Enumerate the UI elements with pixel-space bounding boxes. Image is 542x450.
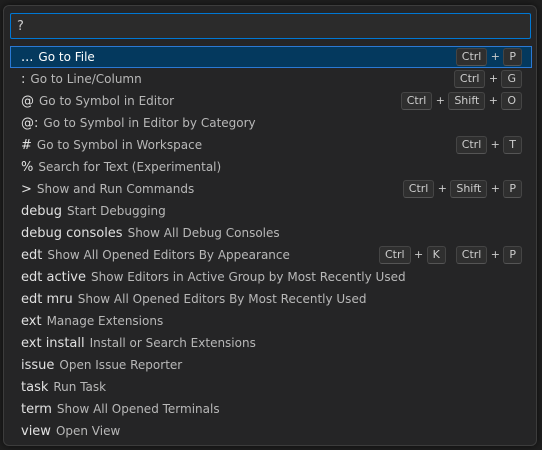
item-label: Run Task: [53, 380, 107, 394]
key-cap: G: [501, 70, 522, 88]
item-prefix: edt active: [21, 270, 86, 285]
item-label: Manage Extensions: [46, 314, 164, 328]
key-plus: +: [490, 182, 500, 195]
item-prefix: #: [21, 138, 32, 153]
key-cap: Ctrl: [453, 70, 486, 88]
item-label: Go to Symbol in Workspace: [36, 138, 203, 152]
key-cap: Ctrl: [455, 136, 488, 154]
item-prefix: @:: [21, 116, 39, 131]
item-label: Open View: [55, 424, 121, 438]
quick-open-item[interactable]: view Open View: [10, 420, 532, 442]
key-cap: P: [503, 180, 522, 198]
key-plus: +: [490, 50, 500, 63]
item-prefix: %: [21, 160, 34, 175]
quick-open-item[interactable]: # Go to Symbol in Workspace Ctrl + T: [10, 134, 532, 156]
item-label: Open Issue Reporter: [59, 358, 183, 372]
quick-open-list: ... Go to File Ctrl + P: Go to Line/Column Ctr…: [10, 46, 532, 442]
item-label: Show All Opened Terminals: [56, 402, 220, 416]
quick-open-item[interactable]: edt Show All Opened Editors By Appearance…: [10, 244, 532, 266]
item-prefix: issue: [21, 358, 55, 373]
item-prefix: term: [21, 402, 52, 417]
item-prefix: task: [21, 380, 49, 395]
key-plus: +: [490, 138, 500, 151]
item-label: Show Editors in Active Group by Most Rec…: [91, 270, 406, 284]
quick-open-item[interactable]: % Search for Text (Experimental): [10, 156, 532, 178]
item-prefix: @: [21, 94, 34, 109]
item-label: Go to Symbol in Editor: [39, 94, 175, 108]
quick-open-item[interactable]: debug consoles Show All Debug Consoles: [10, 222, 532, 244]
quick-open-item[interactable]: issue Open Issue Reporter: [10, 354, 532, 376]
key-cap: Ctrl: [400, 92, 433, 110]
quick-open-item[interactable]: edt active Show Editors in Active Group b…: [10, 266, 532, 288]
item-prefix: :: [21, 72, 26, 87]
item-prefix: debug: [21, 204, 62, 219]
keybinding: Ctrl + T: [455, 134, 522, 156]
keybinding: Ctrl + Shift + P: [402, 178, 522, 200]
item-label: Show All Debug Consoles: [127, 226, 280, 240]
item-prefix: view: [21, 424, 51, 439]
keybinding: Ctrl + G: [453, 68, 522, 90]
key-cap: Ctrl: [455, 246, 488, 264]
key-cap: Ctrl: [402, 180, 435, 198]
key-cap: Ctrl: [455, 48, 488, 66]
key-plus: +: [488, 94, 498, 107]
item-label: Go to Line/Column: [30, 72, 142, 86]
item-prefix: >: [21, 182, 32, 197]
item-prefix: edt: [21, 248, 43, 263]
item-prefix: ...: [21, 50, 34, 65]
quick-open-item[interactable]: @ Go to Symbol in Editor Ctrl + Shift + O: [10, 90, 532, 112]
quick-open-item[interactable]: term Show All Opened Terminals: [10, 398, 532, 420]
quick-open-item[interactable]: ... Go to File Ctrl + P: [10, 46, 532, 68]
quick-open-item[interactable]: edt mru Show All Opened Editors By Most R…: [10, 288, 532, 310]
key-plus: +: [413, 248, 424, 261]
item-label: Go to File: [38, 50, 95, 64]
item-label: Show and Run Commands: [36, 182, 195, 196]
quick-open-widget: ...Go to FileCtrl+P:Go to Line/ColumnCtr…: [3, 5, 537, 446]
quick-open-item[interactable]: ext Manage Extensions: [10, 310, 532, 332]
item-label: Install or Search Extensions: [89, 336, 256, 350]
key-cap: O: [501, 92, 522, 110]
item-label: Search for Text (Experimental): [38, 160, 222, 174]
item-label: Start Debugging: [67, 204, 166, 218]
item-prefix: edt mru: [21, 292, 73, 307]
key-cap: T: [503, 136, 522, 154]
keybinding: Ctrl + P: [455, 46, 522, 68]
keybinding: Ctrl + Shift + O: [400, 90, 522, 112]
quick-open-item[interactable]: debug Start Debugging: [10, 200, 532, 222]
item-label: Show All Opened Editors By Appearance: [47, 248, 290, 262]
quick-open-item[interactable]: ext install Install or Search Extensions: [10, 332, 532, 354]
item-prefix: debug consoles: [21, 226, 123, 241]
quick-open-item[interactable]: @: Go to Symbol in Editor by Category: [10, 112, 532, 134]
item-prefix: ext: [21, 314, 42, 329]
key-plus: +: [435, 94, 445, 107]
key-plus: +: [490, 248, 500, 261]
key-plus: +: [437, 182, 447, 195]
key-plus: +: [488, 72, 499, 85]
key-cap: P: [503, 246, 522, 264]
key-cap: Shift: [448, 92, 486, 110]
key-cap: Ctrl: [378, 246, 411, 264]
quick-open-item[interactable]: task Run Task: [10, 376, 532, 398]
item-prefix: ext install: [21, 336, 85, 351]
quick-open-item[interactable]: : Go to Line/Column Ctrl + G: [10, 68, 532, 90]
keybinding: Ctrl + K Ctrl + P: [378, 244, 522, 266]
item-label: Show All Opened Editors By Most Recently…: [77, 292, 367, 306]
key-cap: Shift: [450, 180, 488, 198]
key-cap: K: [426, 246, 446, 264]
key-cap: P: [503, 48, 522, 66]
item-label: Go to Symbol in Editor by Category: [43, 116, 256, 130]
quick-open-input[interactable]: [10, 13, 531, 39]
quick-open-item[interactable]: > Show and Run Commands Ctrl + Shift + P: [10, 178, 532, 200]
